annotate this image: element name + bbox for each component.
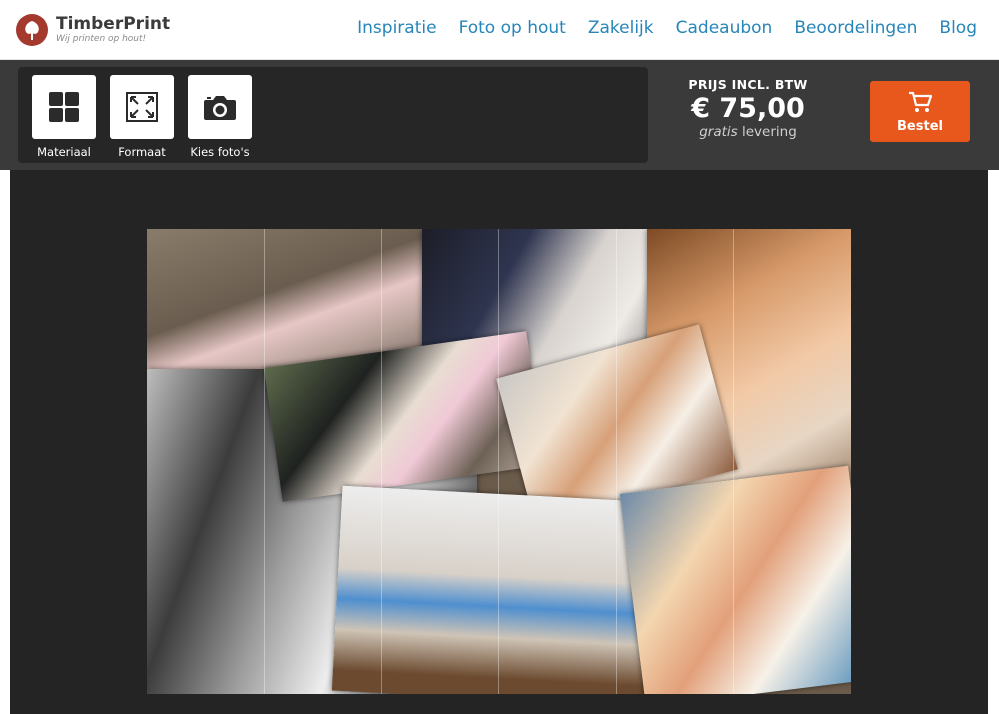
tool-group: Materiaal Formaat Kies foto's <box>18 67 648 163</box>
brand-tagline: Wij printen op hout! <box>56 34 147 44</box>
nav-link-inspiratie[interactable]: Inspiratie <box>357 18 436 38</box>
nav-link-blog[interactable]: Blog <box>939 18 977 38</box>
delivery-free: gratis <box>699 124 738 140</box>
photo-collage-preview[interactable] <box>147 229 851 694</box>
material-label: Materiaal <box>37 145 91 159</box>
nav-link-beoordelingen[interactable]: Beoordelingen <box>794 18 917 38</box>
grid-icon <box>49 92 79 122</box>
format-button[interactable]: Formaat <box>110 75 174 159</box>
panel-divider <box>498 229 499 694</box>
choose-photos-button[interactable]: Kies foto's <box>188 75 252 159</box>
price-box: PRIJS INCL. BTW € 75,00 gratis levering <box>680 77 816 140</box>
order-button[interactable]: Bestel <box>870 81 970 142</box>
editor-toolbar: Materiaal Formaat Kies foto's PRIJS INCL… <box>0 60 999 170</box>
nav-link-zakelijk[interactable]: Zakelijk <box>588 18 654 38</box>
preview-stage <box>10 170 988 714</box>
camera-icon <box>204 96 236 120</box>
site-header: TimberPrint Wij printen op hout! Inspira… <box>0 0 999 60</box>
panel-divider <box>616 229 617 694</box>
brand-logo[interactable]: TimberPrint Wij printen op hout! <box>16 14 170 46</box>
cart-icon <box>909 91 933 112</box>
tree-logo-icon <box>16 14 48 46</box>
material-button[interactable]: Materiaal <box>32 75 96 159</box>
format-label: Formaat <box>118 145 166 159</box>
nav-link-cadeaubon[interactable]: Cadeaubon <box>676 18 773 38</box>
collage-photo-family-selfie <box>619 465 851 694</box>
choose-photos-label: Kies foto's <box>190 145 250 159</box>
price-title: PRIJS INCL. BTW <box>688 77 808 92</box>
delivery-word: levering <box>742 124 797 140</box>
order-label: Bestel <box>897 119 943 134</box>
price-amount: € 75,00 <box>691 93 805 124</box>
nav-link-foto-op-hout[interactable]: Foto op hout <box>459 18 566 38</box>
panel-divider <box>733 229 734 694</box>
panel-divider <box>381 229 382 694</box>
main-nav: Inspiratie Foto op hout Zakelijk Cadeaub… <box>357 18 977 38</box>
resize-icon <box>126 92 158 122</box>
brand-name: TimberPrint <box>56 14 171 34</box>
delivery-note: gratis levering <box>680 124 816 140</box>
panel-divider <box>264 229 265 694</box>
